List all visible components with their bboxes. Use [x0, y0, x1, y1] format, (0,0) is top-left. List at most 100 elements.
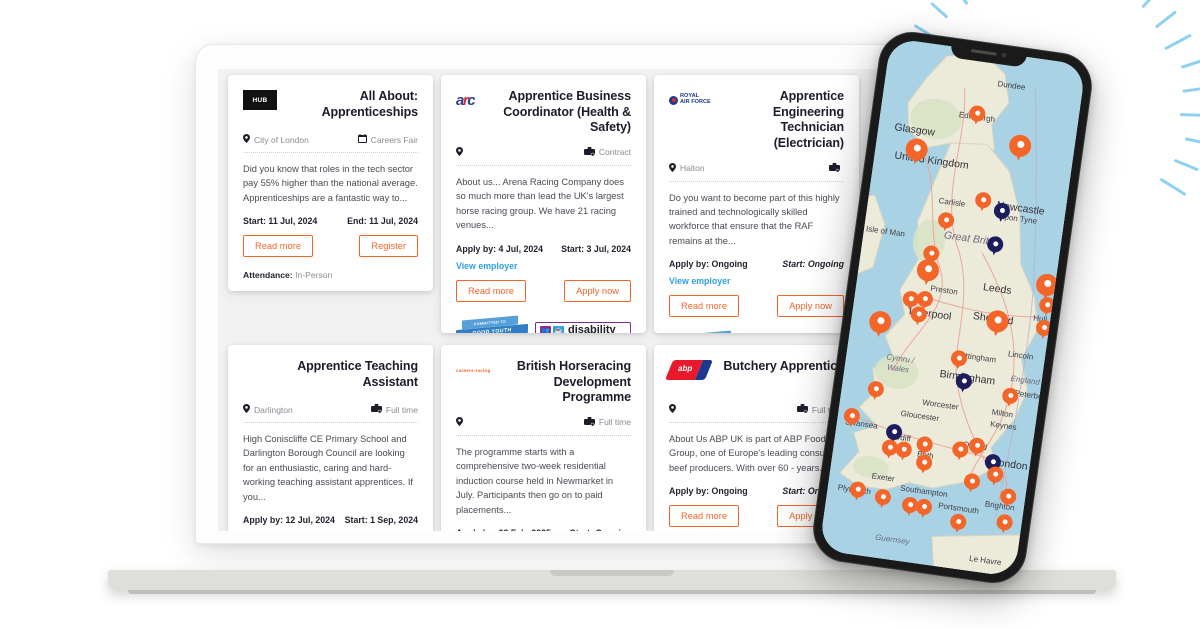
- card-title: Apprentice Teaching Assistant: [297, 359, 418, 389]
- map-pin-orange[interactable]: [1037, 296, 1057, 320]
- map-pin-orange[interactable]: [848, 480, 867, 505]
- sparkle-ray: [1164, 33, 1192, 51]
- map-pin-orange[interactable]: [914, 257, 941, 291]
- pin-tip: [884, 449, 894, 460]
- map-pin-orange[interactable]: [914, 453, 934, 478]
- employer-logo: ROYAL AIR FORCE: [669, 89, 711, 111]
- date-left: Start: 11 Jul, 2024: [243, 216, 318, 227]
- card-actions: Read more Register: [243, 235, 418, 258]
- dc-word-1: disability: [568, 324, 616, 333]
- map-pin-orange[interactable]: [949, 349, 969, 373]
- abp-logo: abp: [664, 360, 714, 380]
- jobtype-meta: Careers Fair: [357, 134, 418, 145]
- card-badges: COMMITTED TOGOOD YOUTHEMPLOYMENTSTANDARD…: [456, 315, 631, 333]
- pin-tip: [958, 382, 968, 393]
- pin-dot: [1043, 279, 1052, 288]
- map-pin-orange[interactable]: [985, 465, 1005, 490]
- pin-tip: [877, 498, 887, 509]
- pin-tip: [870, 390, 880, 401]
- map-pin-orange[interactable]: [1007, 133, 1033, 166]
- mockup-scene: HUB All About: Apprenticeships City of Lon…: [0, 0, 1200, 628]
- map-pin-navy[interactable]: [954, 372, 973, 396]
- card-dates: Apply by: 4 Jul, 2024 Start: 3 Jul, 2024: [456, 244, 631, 254]
- pin-tip: [918, 508, 928, 519]
- pin-body: [1034, 272, 1060, 298]
- location-meta: [669, 404, 680, 415]
- map-pin-orange[interactable]: [984, 308, 1010, 342]
- card-excerpt: High Coniscliffe CE Primary School and D…: [243, 434, 414, 502]
- pin-dot: [1041, 324, 1048, 330]
- date-right: Start: Ongoing: [569, 528, 631, 531]
- pin-tip: [940, 221, 950, 232]
- map-pin-orange[interactable]: [909, 305, 928, 329]
- map-pin-orange[interactable]: [903, 137, 930, 170]
- pin-dot: [873, 385, 879, 391]
- careers-in-racing-logo: careers-racing: [456, 367, 491, 373]
- pin-dot: [887, 443, 893, 450]
- date-left: Apply by: 28 Feb, 2025: [456, 528, 551, 531]
- map-pin-orange[interactable]: [962, 472, 982, 496]
- read-more-button[interactable]: Read more: [243, 235, 313, 258]
- card-header: abp Butchery Apprentice: [664, 359, 844, 393]
- sparkle-ray: [1180, 59, 1200, 69]
- date-left: Apply by: Ongoing: [669, 259, 748, 270]
- map-pin-navy[interactable]: [992, 201, 1011, 226]
- opportunity-card[interactable]: ROYAL AIR FORCE Apprentice Engineering Tec…: [654, 75, 859, 333]
- location-pin-icon: [669, 404, 676, 415]
- pin-dot: [1005, 492, 1012, 499]
- map-pin-orange[interactable]: [873, 488, 892, 512]
- opportunity-card[interactable]: arc Apprentice Business Coordinator (Heal…: [441, 75, 646, 333]
- view-employer-link[interactable]: View employer: [456, 261, 631, 271]
- map-pin-orange[interactable]: [894, 440, 913, 465]
- london-careers-hub-logo: HUB: [243, 90, 277, 110]
- map-pin-orange[interactable]: [914, 497, 933, 522]
- pin-tip: [971, 114, 981, 126]
- apply-now-button[interactable]: Apply now: [777, 295, 844, 318]
- good-youth-employment-standards-badge: COMMITTED TOGOOD YOUTHEMPLOYMENTSTANDARD…: [669, 330, 741, 333]
- pin-dot: [891, 428, 898, 434]
- map-pin-navy[interactable]: [985, 235, 1005, 259]
- pin-dot: [907, 501, 914, 507]
- divider: [243, 422, 418, 423]
- date-right: Start: 3 Jul, 2024: [561, 243, 631, 254]
- sparkle-ray: [1154, 10, 1178, 29]
- briefcase-icon: [583, 146, 595, 158]
- attendance-value: In-Person: [295, 270, 333, 281]
- opportunity-card[interactable]: careers-racing British Horseracing Develo…: [441, 345, 646, 531]
- read-more-button[interactable]: Read more: [669, 295, 739, 318]
- pin-tip: [904, 506, 914, 517]
- read-more-button[interactable]: Read more: [456, 279, 526, 302]
- map-pin-orange[interactable]: [998, 487, 1018, 512]
- map-pin-orange[interactable]: [1034, 318, 1054, 343]
- map-pin-orange[interactable]: [967, 436, 987, 461]
- map-pin-orange[interactable]: [842, 407, 861, 431]
- map-pin-orange[interactable]: [867, 309, 893, 343]
- view-employer-link[interactable]: View employer: [669, 276, 844, 286]
- pin-tip: [846, 417, 856, 428]
- employer-logo: abp: [664, 359, 714, 381]
- map-pin-orange[interactable]: [950, 440, 970, 464]
- map-pin-orange[interactable]: [1000, 386, 1020, 411]
- map-pin-orange[interactable]: [936, 211, 956, 235]
- map-pin-orange[interactable]: [948, 512, 968, 537]
- map-pin-orange[interactable]: [973, 191, 993, 215]
- card-title: Apprentice Business Coordinator (Health …: [503, 89, 631, 135]
- card-header: arc Apprentice Business Coordinator (Heal…: [456, 89, 631, 136]
- card-actions: Read more Apply now: [669, 295, 844, 318]
- map-pin-orange[interactable]: [967, 104, 987, 129]
- card-excerpt: About Us ABP UK is part of ABP Food Grou…: [669, 434, 841, 473]
- calendar-icon: [357, 134, 367, 145]
- pin-dot: [961, 377, 967, 384]
- pin-tip: [954, 450, 965, 461]
- opportunity-card[interactable]: Apprentice Teaching Assistant Darlington F…: [228, 345, 433, 531]
- map-pin-orange[interactable]: [866, 380, 885, 404]
- register-button[interactable]: Register: [359, 235, 418, 258]
- read-more-button[interactable]: Read more: [669, 505, 739, 528]
- opportunity-card[interactable]: HUB All About: Apprenticeships City of Lon…: [228, 75, 433, 291]
- pin-tip: [977, 201, 987, 212]
- location-label: Halton: [680, 163, 705, 173]
- map-pin-orange[interactable]: [995, 513, 1014, 537]
- divider: [243, 152, 418, 153]
- apply-now-button[interactable]: Apply now: [564, 279, 631, 302]
- laptop-base-notch: [550, 570, 674, 576]
